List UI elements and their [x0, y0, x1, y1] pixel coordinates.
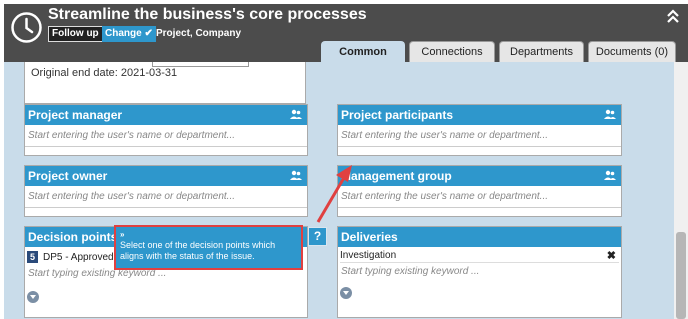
users-icon[interactable]: [604, 109, 616, 120]
tab-common[interactable]: Common: [321, 41, 405, 62]
expand-dropdown-icon[interactable]: [340, 287, 352, 299]
project-owner-panel: Project owner Start entering the user's …: [24, 165, 308, 217]
expand-dropdown-icon[interactable]: [27, 291, 39, 303]
project-owner-input[interactable]: Start entering the user's name or depart…: [25, 186, 307, 208]
original-end-date: Original end date: 2021-03-31: [31, 67, 178, 79]
delivery-item: Investigation ✖: [340, 249, 619, 263]
decision-point-text: DP5 - Approved c: [43, 251, 122, 263]
help-button[interactable]: ?: [308, 227, 327, 246]
change-label: Change: [105, 28, 142, 39]
tooltip-text: Select one of the decision points which …: [120, 240, 276, 261]
panel-title: Decision points: [28, 230, 118, 244]
management-group-panel: Management group Start entering the user…: [337, 165, 622, 217]
tab-connections[interactable]: Connections: [409, 41, 495, 62]
users-icon[interactable]: [290, 109, 302, 120]
management-group-input[interactable]: Start entering the user's name or depart…: [338, 186, 621, 208]
project-participants-panel: Project participants Start entering the …: [337, 104, 622, 156]
follow-up-button[interactable]: Follow up: [48, 26, 103, 42]
remove-icon[interactable]: ✖: [607, 249, 619, 262]
panel-title: Deliveries: [341, 230, 398, 244]
tab-departments[interactable]: Departments: [499, 41, 584, 62]
project-manager-panel: Project manager Start entering the user'…: [24, 104, 308, 156]
panel-title: Management group: [341, 169, 452, 183]
clock-icon: [11, 12, 42, 43]
decision-point-number: 5: [27, 251, 38, 263]
record-subtitle: Project, Company: [156, 28, 242, 39]
project-manager-input[interactable]: Start entering the user's name or depart…: [25, 125, 307, 147]
users-icon[interactable]: [290, 170, 302, 181]
deliveries-panel: Deliveries Investigation ✖ Start typing …: [337, 226, 622, 318]
help-tooltip: » Select one of the decision points whic…: [114, 225, 303, 270]
checkmark-icon: ✔: [144, 28, 153, 39]
project-participants-input[interactable]: Start entering the user's name or depart…: [338, 125, 621, 147]
panel-title: Project participants: [341, 108, 454, 122]
record-title: Streamline the business's core processes: [48, 6, 367, 23]
users-icon[interactable]: [604, 170, 616, 181]
tab-bar: Common Connections Departments Documents…: [321, 41, 676, 62]
delivery-item-text: Investigation: [340, 250, 397, 261]
change-button[interactable]: Change ✔: [102, 26, 156, 42]
panel-title: Project owner: [28, 169, 108, 183]
chevron-right-icon: »: [120, 230, 125, 239]
tab-documents[interactable]: Documents (0): [588, 41, 676, 62]
panel-title: Project manager: [28, 108, 123, 122]
collapse-icon[interactable]: [666, 8, 680, 24]
deliveries-keyword-input[interactable]: Start typing existing keyword ...: [338, 265, 621, 279]
scrollbar-thumb[interactable]: [676, 232, 686, 319]
